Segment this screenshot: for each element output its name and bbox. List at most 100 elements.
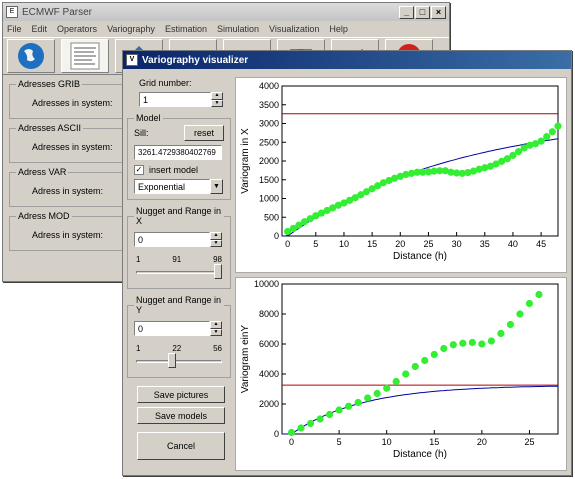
- data-point: [430, 350, 438, 359]
- range-x-thumb[interactable]: [214, 264, 222, 279]
- data-point: [354, 398, 362, 407]
- range-x-slider[interactable]: [134, 264, 224, 282]
- nugget-y-legend: Nugget and Range in Y: [136, 295, 222, 315]
- group-var-title: Adress VAR: [18, 167, 67, 177]
- x-tick-label: 10: [339, 239, 349, 249]
- range-x-min: 1: [136, 255, 141, 264]
- data-point: [392, 377, 400, 386]
- menu-visualization[interactable]: Visualization: [269, 24, 319, 34]
- visualizer-title: Variography visualizer: [142, 54, 249, 66]
- spin-up-icon[interactable]: ▲: [211, 92, 223, 100]
- x-axis-label: Distance (h): [393, 449, 447, 460]
- menu-estimation[interactable]: Estimation: [165, 24, 207, 34]
- x-tick-label: 30: [452, 239, 462, 249]
- y-tick-label: 2000: [259, 399, 279, 409]
- x-tick-label: 0: [289, 437, 294, 447]
- data-point: [537, 137, 545, 145]
- x-tick-label: 5: [337, 437, 342, 447]
- chevron-down-icon[interactable]: ▼: [210, 179, 223, 194]
- y-tick-label: 8000: [259, 309, 279, 319]
- plot-panel-y: 0 5 10 15 20 25 0 2000 4000 6000 8000 10000 Distance…: [235, 277, 567, 471]
- spin-up-icon[interactable]: ▲: [210, 321, 222, 329]
- menu-variography[interactable]: Variography: [107, 24, 155, 34]
- nugget-x-group: Nugget and Range in X 0 ▲ ▼ 1 91 98: [127, 206, 231, 289]
- y-tick-label: 1000: [259, 194, 279, 204]
- x-tick-label: 45: [536, 239, 546, 249]
- data-point: [421, 356, 429, 365]
- variogram-y-chart: 0 5 10 15 20 25 0 2000 4000 6000 8000 10000 Distance…: [240, 279, 559, 460]
- data-point: [543, 133, 551, 141]
- y-tick-label: 3500: [259, 100, 279, 110]
- x-axis-label: Distance (h): [393, 251, 447, 262]
- close-button[interactable]: ×: [431, 5, 446, 19]
- y-tick-label: 2000: [259, 156, 279, 166]
- y-tick-label: 4000: [259, 81, 279, 91]
- x-tick-label: 15: [367, 239, 377, 249]
- plot-frame: [281, 283, 559, 435]
- grid-number-field[interactable]: 1: [139, 92, 211, 107]
- x-tick-label: 0: [285, 239, 290, 249]
- range-y-min: 1: [136, 344, 141, 353]
- variogram-x-chart: 0 5 10 15 20 25 30 35 40 45 0 500 1000 1500 2000 2500 30…: [240, 81, 562, 262]
- y-tick-label: 10000: [254, 279, 279, 289]
- model-legend: Model: [136, 113, 161, 123]
- cancel-button[interactable]: Cancel: [137, 432, 225, 460]
- insert-model-checkbox[interactable]: ✓: [134, 165, 144, 175]
- x-tick-label: 10: [382, 437, 392, 447]
- range-y-slider[interactable]: [134, 353, 224, 371]
- data-point: [468, 338, 476, 347]
- data-point: [459, 339, 467, 347]
- range-x-track: [136, 271, 222, 274]
- document-tool[interactable]: [61, 39, 109, 73]
- menu-help[interactable]: Help: [329, 24, 348, 34]
- app-icon: E: [6, 6, 18, 18]
- range-y-value: 22: [172, 344, 182, 353]
- menu-edit[interactable]: Edit: [32, 24, 48, 34]
- range-y-thumb[interactable]: [168, 353, 176, 368]
- y-tick-label: 1500: [259, 175, 279, 185]
- y-tick-label: 6000: [259, 339, 279, 349]
- nugget-x-legend: Nugget and Range in X: [136, 206, 222, 226]
- menu-file[interactable]: File: [7, 24, 22, 34]
- globe-tool[interactable]: [7, 39, 55, 73]
- y-tick-label: 0: [274, 231, 279, 241]
- reset-button[interactable]: reset: [184, 125, 224, 141]
- data-point: [516, 310, 524, 318]
- data-point: [297, 424, 305, 432]
- data-point: [335, 406, 343, 414]
- grid-number-spinner[interactable]: ▲ ▼: [211, 92, 223, 107]
- nugget-x-spinner[interactable]: ▲ ▼: [210, 232, 222, 247]
- menu-operators[interactable]: Operators: [57, 24, 97, 34]
- maximize-button[interactable]: □: [415, 5, 430, 19]
- data-point: [497, 329, 505, 338]
- spin-down-icon[interactable]: ▼: [210, 328, 222, 336]
- range-x-value: 91: [172, 255, 182, 264]
- minimize-button[interactable]: _: [399, 5, 414, 19]
- x-tick-label: 25: [423, 239, 433, 249]
- data-point: [287, 428, 296, 437]
- nugget-y-group: Nugget and Range in Y 0 ▲ ▼ 1 22 56: [127, 295, 231, 378]
- group-ascii-title: Adresses ASCII: [18, 123, 82, 133]
- model-group: Model Sill: reset 3261.4729380402769 ✓ i…: [127, 113, 231, 200]
- sill-field[interactable]: 3261.4729380402769: [134, 145, 222, 160]
- nugget-x-field[interactable]: 0: [134, 232, 210, 247]
- menu-simulation[interactable]: Simulation: [217, 24, 259, 34]
- model-type-select[interactable]: Exponential: [134, 179, 210, 194]
- y-tick-label: 0: [274, 429, 279, 439]
- nugget-y-field[interactable]: 0: [134, 321, 210, 336]
- spin-down-icon[interactable]: ▼: [211, 99, 223, 107]
- nugget-y-spinner[interactable]: ▲ ▼: [210, 321, 222, 336]
- spin-up-icon[interactable]: ▲: [210, 232, 222, 240]
- save-pictures-button[interactable]: Save pictures: [137, 386, 225, 403]
- y-tick-label: 4000: [259, 369, 279, 379]
- y-axis-label: Variogram einY: [240, 325, 251, 394]
- spin-down-icon[interactable]: ▼: [210, 239, 222, 247]
- data-point: [548, 128, 556, 136]
- data-point: [554, 122, 562, 130]
- data-point: [383, 384, 391, 392]
- data-point: [325, 410, 334, 419]
- controls-column: Grid number: 1 ▲ ▼ Model Sill: reset 3261…: [127, 73, 231, 460]
- x-tick-label: 40: [508, 239, 518, 249]
- insert-model-label: insert model: [149, 165, 199, 175]
- save-models-button[interactable]: Save models: [137, 407, 225, 424]
